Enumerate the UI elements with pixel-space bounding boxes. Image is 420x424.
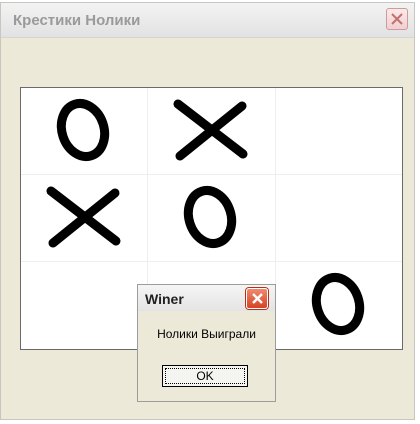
window-title: Крестики Нолики (13, 12, 141, 29)
board-cell[interactable] (276, 262, 402, 349)
board-cell[interactable] (21, 262, 148, 349)
dialog-message: Нолики Выиграли (157, 327, 256, 341)
o-mark (311, 273, 365, 335)
x-mark (46, 186, 121, 248)
o-mark (183, 186, 237, 248)
dialog-title-bar[interactable]: Winer (138, 285, 275, 311)
x-mark (173, 99, 248, 161)
board-cell[interactable] (21, 88, 148, 175)
winner-dialog: Winer Нолики Выиграли OK (137, 284, 276, 402)
ok-button[interactable]: OK (162, 365, 248, 387)
board-cell[interactable] (21, 175, 148, 262)
o-mark (56, 99, 110, 161)
close-icon (252, 293, 263, 304)
close-icon (391, 13, 403, 25)
dialog-close-button[interactable] (246, 288, 268, 309)
window-close-button[interactable] (386, 8, 408, 30)
board-cell[interactable] (148, 88, 276, 175)
board-cell[interactable] (276, 175, 402, 262)
board-cell[interactable] (148, 175, 276, 262)
dialog-title: Winer (145, 291, 184, 307)
board-cell[interactable] (276, 88, 402, 175)
title-bar[interactable]: Крестики Нолики (1, 3, 414, 38)
